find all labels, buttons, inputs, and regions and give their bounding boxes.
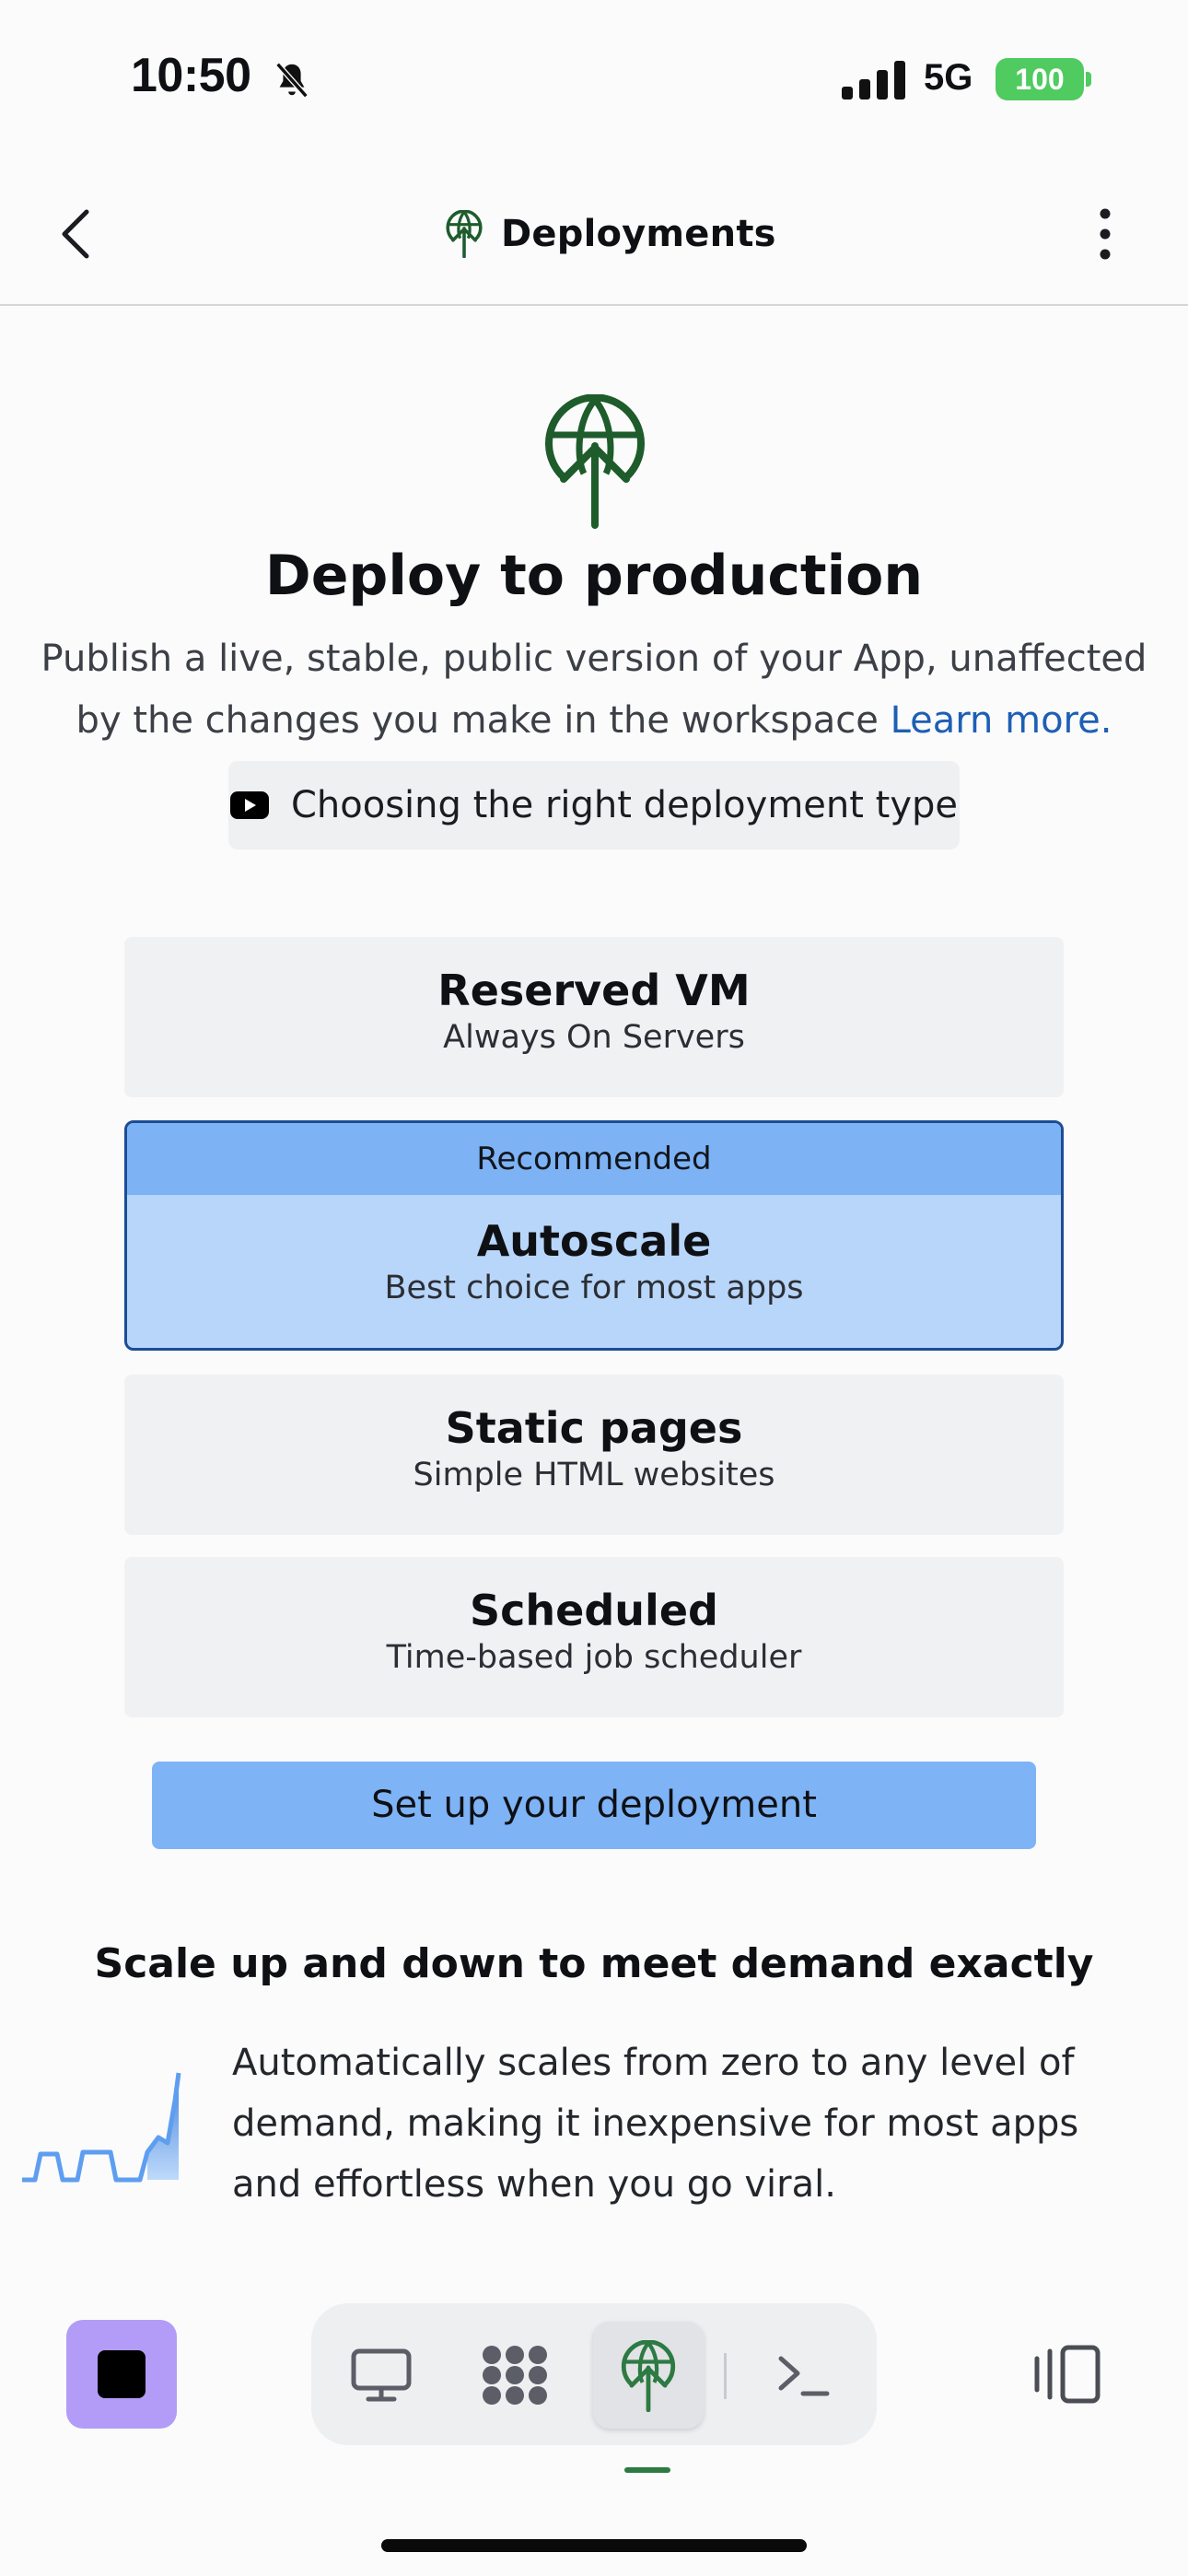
- webview-icon[interactable]: [350, 2344, 413, 2406]
- status-time: 10:50: [131, 49, 251, 102]
- autoscale-graph-icon: [22, 2072, 181, 2183]
- silent-bell-icon: [275, 62, 309, 99]
- option-subtitle: Time-based job scheduler: [386, 1639, 802, 1676]
- console-icon[interactable]: [775, 2344, 831, 2406]
- recommended-badge: Recommended: [127, 1123, 1061, 1195]
- option-reserved-vm[interactable]: Reserved VM Always On Servers: [124, 937, 1064, 1097]
- feature-title: Scale up and down to meet demand exactly: [94, 1940, 1094, 1987]
- workspace-icon[interactable]: [481, 2344, 549, 2406]
- option-autoscale[interactable]: Recommended Autoscale Best choice for mo…: [124, 1120, 1064, 1351]
- video-chip-label: Choosing the right deployment type: [290, 784, 959, 826]
- learn-more-link[interactable]: Learn more.: [891, 699, 1112, 742]
- video-chip-button[interactable]: Choosing the right deployment type: [228, 761, 960, 849]
- header-divider: [0, 304, 1188, 306]
- option-title: Reserved VM: [437, 966, 751, 1015]
- network-type: 5G: [924, 57, 973, 98]
- option-subtitle: Best choice for most apps: [384, 1270, 804, 1306]
- more-vertical-icon[interactable]: [1092, 206, 1118, 262]
- active-tab-underline: [624, 2467, 670, 2473]
- feature-description: Automatically scales from zero to any le…: [232, 2042, 1079, 2206]
- chevron-left-icon[interactable]: [55, 205, 96, 263]
- battery-indicator: 100: [996, 58, 1084, 100]
- deploy-globe-arrow-icon: [545, 394, 645, 529]
- option-title: Scheduled: [470, 1586, 718, 1635]
- option-static-pages[interactable]: Static pages Simple HTML websites: [124, 1375, 1064, 1535]
- hero-description: Publish a live, stable, public version o…: [37, 628, 1151, 752]
- stop-button[interactable]: [66, 2320, 177, 2429]
- stop-icon: [98, 2350, 146, 2398]
- option-subtitle: Simple HTML websites: [413, 1457, 775, 1493]
- youtube-play-icon: [229, 791, 269, 819]
- option-scheduled[interactable]: Scheduled Time-based job scheduler: [124, 1557, 1064, 1717]
- option-subtitle: Always On Servers: [443, 1019, 745, 1056]
- header-title-group: Deployments: [446, 208, 776, 260]
- hero-title: Deploy to production: [264, 544, 924, 608]
- deployments-icon[interactable]: [621, 2340, 676, 2412]
- setup-deployment-button[interactable]: Set up your deployment: [152, 1762, 1036, 1849]
- home-indicator: [381, 2539, 807, 2552]
- deployments-logo-icon: [446, 210, 483, 258]
- battery-nub: [1086, 72, 1091, 87]
- tab-separator: [724, 2353, 727, 2399]
- option-title: Static pages: [445, 1403, 743, 1453]
- option-title: Autoscale: [476, 1216, 712, 1266]
- cellular-signal-icon: [842, 61, 905, 100]
- layout-toggle-icon[interactable]: [1030, 2342, 1103, 2406]
- page-title: Deployments: [501, 213, 776, 255]
